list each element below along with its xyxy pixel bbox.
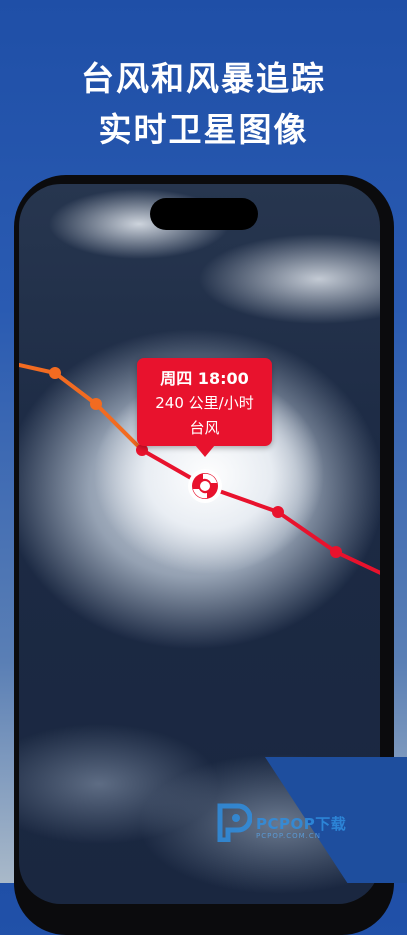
pcpop-logo-icon [217, 803, 252, 842]
popup-category: 台风 [189, 419, 220, 437]
watermark: PCPOP下载 PCPOP.COM.CN [216, 800, 406, 844]
storm-info-popup[interactable]: 周四 18:00 240 公里/小时 台风 [137, 358, 272, 446]
popup-speed: 240 公里/小时 [155, 394, 254, 412]
headline-line-1: 台风和风暴追踪 [81, 59, 326, 98]
popup-pointer [195, 445, 215, 457]
watermark-brand: PCPOP下载 [256, 815, 347, 833]
watermark-sub: PCPOP.COM.CN [256, 832, 321, 840]
dynamic-island [150, 198, 258, 230]
headline-line-2: 实时卫星图像 [98, 110, 309, 149]
popup-time: 周四 18:00 [160, 369, 249, 388]
